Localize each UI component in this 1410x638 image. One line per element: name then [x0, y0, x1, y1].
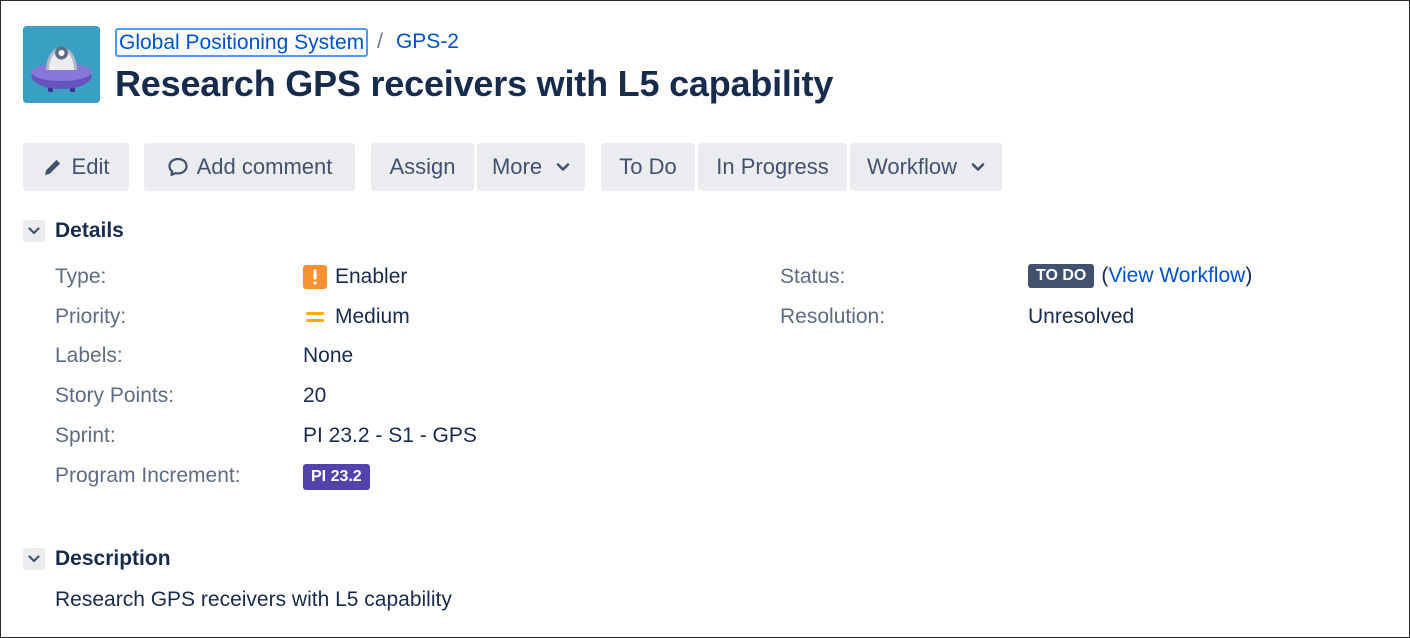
labels-label: Labels: — [55, 344, 123, 367]
story-points-label: Story Points: — [55, 384, 175, 407]
chevron-down-icon — [556, 163, 570, 171]
ufo-icon — [23, 26, 100, 103]
status-label: Status: — [780, 265, 846, 288]
add-comment-button[interactable]: Add comment — [144, 143, 355, 191]
details-collapse-toggle[interactable] — [23, 220, 45, 242]
workflow-button-label: Workflow — [866, 154, 958, 179]
to-do-button-label: To Do — [619, 154, 677, 179]
view-workflow-link[interactable]: View Workflow — [1108, 264, 1245, 288]
pencil-icon — [44, 159, 60, 175]
issue-title[interactable]: Research GPS receivers with L5 capabilit… — [115, 63, 833, 105]
program-increment-label: Program Increment: — [55, 464, 241, 487]
edit-button[interactable]: Edit — [23, 143, 129, 191]
type-value: Enabler — [303, 265, 407, 289]
labels-value: None — [303, 344, 354, 367]
add-comment-button-label: Add comment — [196, 154, 333, 179]
priority-value: Medium — [303, 305, 410, 329]
breadcrumb: Global Positioning System / GPS-2 — [115, 27, 459, 57]
transition-in-progress-button[interactable]: In Progress — [698, 143, 847, 191]
resolution-value: Unresolved — [1028, 305, 1135, 328]
resolution-label: Resolution: — [780, 305, 886, 328]
view-workflow-open-paren: ( — [1101, 264, 1109, 287]
status-lozenge: TO DO — [1028, 264, 1095, 288]
more-dropdown-button[interactable]: More — [477, 143, 585, 191]
status-value: TO DO (View Workflow) — [1028, 264, 1252, 288]
sprint-label: Sprint: — [55, 424, 116, 447]
program-increment-lozenge[interactable]: PI 23.2 — [303, 464, 370, 490]
breadcrumb-separator: / — [377, 30, 383, 53]
transition-to-do-button[interactable]: To Do — [601, 143, 695, 191]
program-increment-value: PI 23.2 — [303, 464, 370, 490]
comment-icon — [168, 157, 188, 177]
story-points-value: 20 — [303, 384, 327, 407]
project-avatar[interactable] — [23, 26, 100, 103]
assign-button-label: Assign — [389, 154, 456, 179]
priority-label: Priority: — [55, 305, 127, 328]
issue-view: Global Positioning System / GPS-2 Resear… — [0, 0, 1410, 638]
description-text[interactable]: Research GPS receivers with L5 capabilit… — [55, 588, 452, 612]
medium-priority-icon — [306, 312, 324, 322]
assign-button[interactable]: Assign — [371, 143, 474, 191]
chevron-down-icon — [971, 163, 985, 171]
in-progress-button-label: In Progress — [716, 154, 829, 179]
details-heading: Details — [55, 219, 124, 242]
breadcrumb-project-link[interactable]: Global Positioning System — [115, 27, 369, 57]
chevron-down-icon — [28, 227, 40, 235]
enabler-type-icon — [303, 265, 327, 289]
type-value-text: Enabler — [335, 265, 408, 288]
priority-value-text: Medium — [335, 305, 410, 328]
description-collapse-toggle[interactable] — [23, 548, 45, 570]
view-workflow-close-paren: ) — [1245, 264, 1253, 287]
sprint-value[interactable]: PI 23.2 - S1 - GPS — [303, 424, 477, 448]
workflow-dropdown-button[interactable]: Workflow — [850, 143, 1002, 191]
type-label: Type: — [55, 265, 107, 288]
more-button-label: More — [491, 154, 543, 179]
edit-button-label: Edit — [71, 154, 110, 179]
breadcrumb-issue-key-link[interactable]: GPS-2 — [396, 30, 459, 54]
description-heading: Description — [55, 547, 171, 570]
chevron-down-icon — [28, 555, 40, 563]
